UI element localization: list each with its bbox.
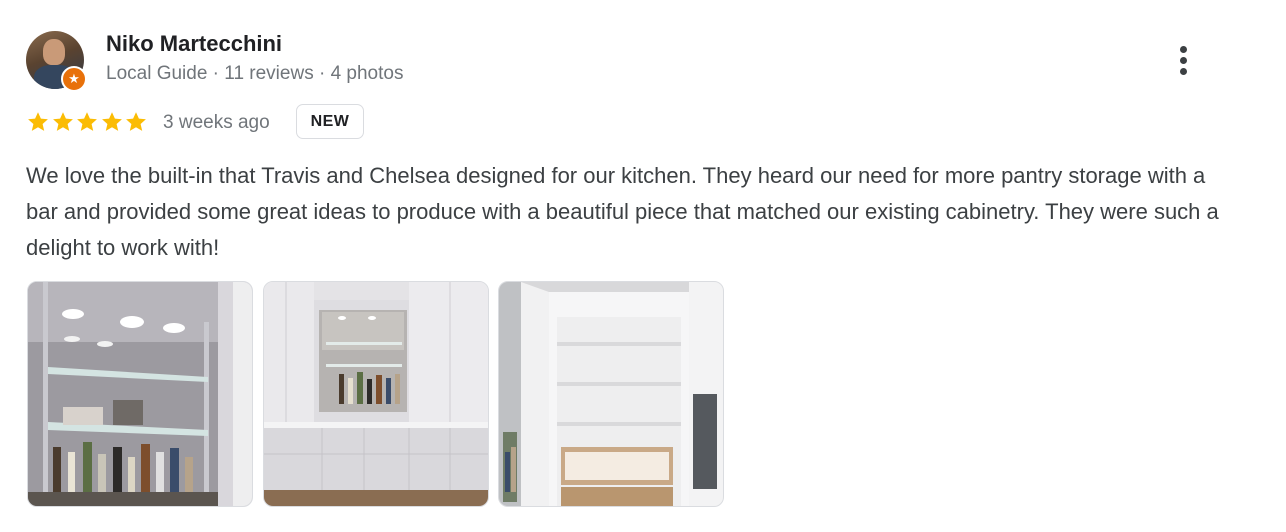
local-guide-badge-icon: ★ bbox=[61, 66, 87, 92]
star-icon bbox=[28, 112, 48, 131]
more-options-button[interactable] bbox=[1166, 40, 1202, 80]
review-text: We love the built-in that Travis and Che… bbox=[26, 163, 1219, 260]
star-icon bbox=[126, 112, 146, 131]
pantry-open-icon bbox=[499, 282, 723, 506]
review-photo-3[interactable] bbox=[498, 281, 724, 507]
star-icon bbox=[52, 112, 73, 131]
review-photo-1[interactable] bbox=[27, 281, 253, 507]
reviewer-name[interactable]: Niko Martecchini bbox=[106, 31, 282, 57]
review-photo-2[interactable] bbox=[263, 281, 489, 507]
reviewer-meta: Local Guide · 11 reviews · 4 photos bbox=[106, 63, 404, 84]
new-badge: NEW bbox=[296, 104, 364, 139]
review-time: 3 weeks ago bbox=[163, 112, 270, 133]
star-icon bbox=[101, 112, 122, 131]
more-vert-icon bbox=[1180, 46, 1187, 53]
star-icon bbox=[77, 112, 97, 131]
star-rating bbox=[26, 110, 149, 136]
cabinet-wall-icon bbox=[264, 282, 488, 506]
bar-shelves-icon bbox=[28, 282, 252, 506]
